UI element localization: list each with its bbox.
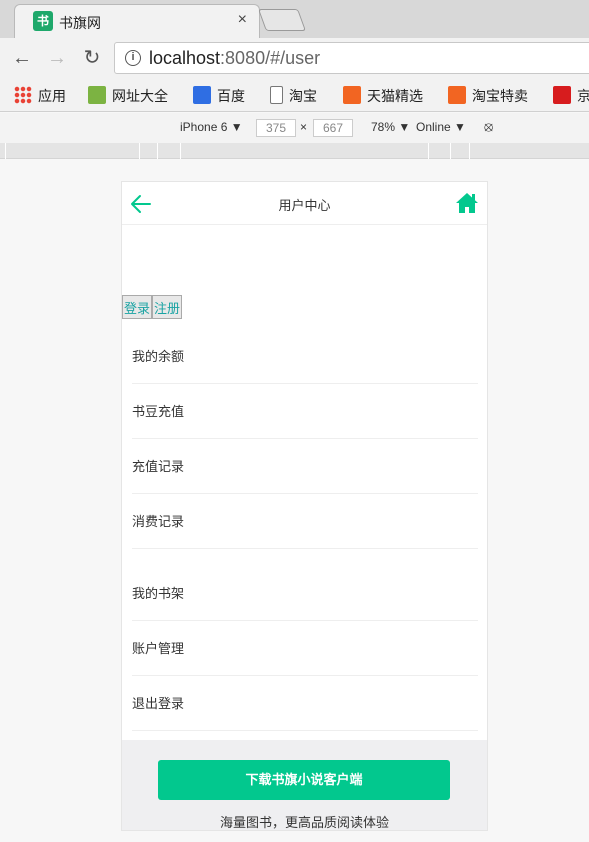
media-query-ruler (0, 143, 589, 159)
taobao-icon (448, 86, 466, 104)
address-bar[interactable]: i localhost:8080/#/user (114, 42, 589, 74)
bookmark-jd[interactable]: 京 (553, 86, 589, 106)
zoom-select[interactable]: 78% ▼ (371, 120, 410, 134)
menu-item-logout[interactable]: 退出登录 (132, 676, 478, 731)
viewport-height-input[interactable]: 667 (313, 119, 353, 137)
menu-item-recharge-history[interactable]: 充值记录 (132, 439, 478, 494)
bookmark-tmall[interactable]: 天猫精选 (343, 86, 423, 106)
new-tab-button[interactable] (257, 9, 307, 31)
browser-toolbar: ← → ↻ i localhost:8080/#/user (0, 38, 589, 80)
hao-icon (88, 86, 106, 104)
menu-item-consumption-history[interactable]: 消费记录 (132, 494, 478, 549)
app-header: 用户中心 (122, 182, 487, 225)
zoom-value: 78% (371, 120, 396, 134)
bookmark-label: 应用 (38, 88, 66, 104)
bookmark-taobao[interactable]: 淘宝 (270, 86, 317, 106)
bookmark-label: 网址大全 (112, 88, 168, 104)
download-slogan: 海量图书，更高品质阅读体验 (219, 815, 389, 830)
register-button[interactable]: 注册 (152, 295, 183, 319)
apps-grid-icon (14, 86, 32, 104)
auth-buttons: 登录 注册 (122, 295, 183, 319)
home-icon[interactable] (455, 192, 479, 214)
bookmarks-bar: 应用 网址大全 百度 淘宝 天猫精选 淘宝特卖 京 (0, 80, 589, 112)
bookmark-label: 天猫精选 (367, 88, 423, 104)
rotate-icon[interactable]: ⦻ (484, 118, 493, 135)
forward-arrow-icon[interactable]: → (45, 46, 69, 70)
url-text: localhost:8080/#/user (149, 48, 320, 69)
bookmark-label: 京 (577, 88, 589, 104)
url-host: localhost (149, 48, 221, 68)
download-banner: 下载书旗小说客户端 海量图书，更高品质阅读体验 (122, 740, 487, 830)
account-menu: 我的余额 书豆充值 充值记录 消费记录 (132, 329, 478, 549)
device-select[interactable]: iPhone 6 ▼ (180, 120, 243, 134)
browser-tab[interactable]: 书 书旗网 × (14, 4, 260, 38)
download-app-button[interactable]: 下载书旗小说客户端 (158, 760, 450, 800)
bookmark-apps[interactable]: 应用 (14, 86, 66, 106)
device-toolbar: iPhone 6 ▼ 375 × 667 78% ▼ Online ▼ ⦻ (0, 113, 589, 143)
menu-item-balance[interactable]: 我的余额 (132, 329, 478, 384)
taobao-icon (343, 86, 361, 104)
back-arrow-icon[interactable]: ← (10, 46, 34, 70)
page-title: 用户中心 (278, 198, 331, 213)
bookmark-label: 淘宝 (289, 88, 317, 104)
tab-title: 书旗网 (59, 15, 101, 31)
login-button[interactable]: 登录 (122, 295, 153, 319)
mobile-viewport: 用户中心 登录 注册 我的余额 书豆充值 充值记录 消费记录 我的书架 账户管理… (121, 181, 488, 831)
reload-icon[interactable]: ↻ (80, 46, 104, 70)
baidu-paw-icon (193, 86, 211, 104)
page-icon (270, 86, 283, 104)
info-icon[interactable]: i (125, 50, 141, 66)
bookmark-label: 淘宝特卖 (472, 88, 528, 104)
site-favicon-icon: 书 (33, 11, 53, 31)
url-path: :8080/#/user (220, 48, 321, 68)
jd-icon (553, 86, 571, 104)
browser-tabstrip: 书 书旗网 × (0, 0, 589, 38)
network-value: Online (416, 120, 451, 134)
menu-item-recharge[interactable]: 书豆充值 (132, 384, 478, 439)
bookmark-baidu[interactable]: 百度 (193, 86, 245, 106)
close-tab-icon[interactable]: × (238, 11, 247, 29)
bookmark-taobao-sale[interactable]: 淘宝特卖 (448, 86, 528, 106)
dimension-separator: × (300, 120, 308, 134)
menu-item-account-settings[interactable]: 账户管理 (132, 621, 478, 676)
device-name: iPhone 6 (180, 120, 228, 134)
bookmark-label: 百度 (217, 88, 245, 104)
menu-item-bookshelf[interactable]: 我的书架 (132, 567, 478, 621)
bookmark-hao123[interactable]: 网址大全 (88, 86, 168, 106)
library-menu: 我的书架 账户管理 退出登录 (132, 567, 478, 731)
network-throttle-select[interactable]: Online ▼ (416, 120, 466, 134)
viewport-width-input[interactable]: 375 (256, 119, 296, 137)
